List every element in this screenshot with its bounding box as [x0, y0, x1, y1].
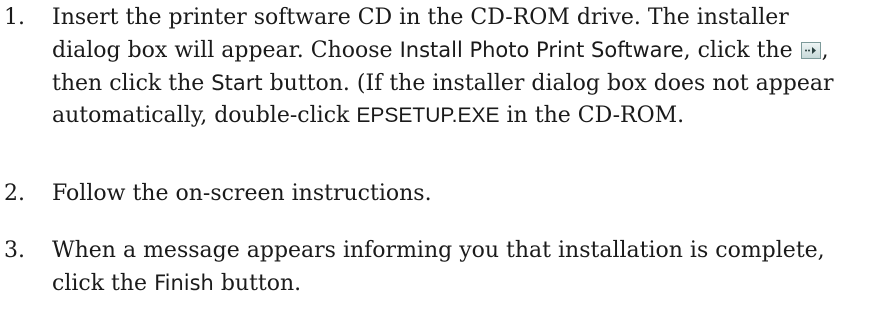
step-text-part: in the CD-ROM.	[499, 103, 685, 128]
step-number: 2.	[4, 181, 25, 206]
step-number: 3.	[4, 238, 25, 263]
install-photo-print-software-label: Install Photo Print Software	[399, 38, 684, 62]
right-arrow-button-icon	[800, 42, 821, 59]
step-number: 1.	[4, 5, 25, 30]
step-text: Insert the printer software CD in the CD…	[52, 2, 857, 132]
step-text: When a message appears informing you tha…	[52, 235, 857, 300]
step-text: Follow the on-screen instructions.	[52, 181, 432, 206]
step-text-part: button.	[213, 271, 302, 296]
epsetup-filename: EPSETUP.EXE	[356, 104, 500, 127]
start-button-label: Start	[211, 71, 263, 95]
finish-button-label: Finish	[154, 271, 214, 295]
step-text-part: , click the	[683, 38, 800, 63]
